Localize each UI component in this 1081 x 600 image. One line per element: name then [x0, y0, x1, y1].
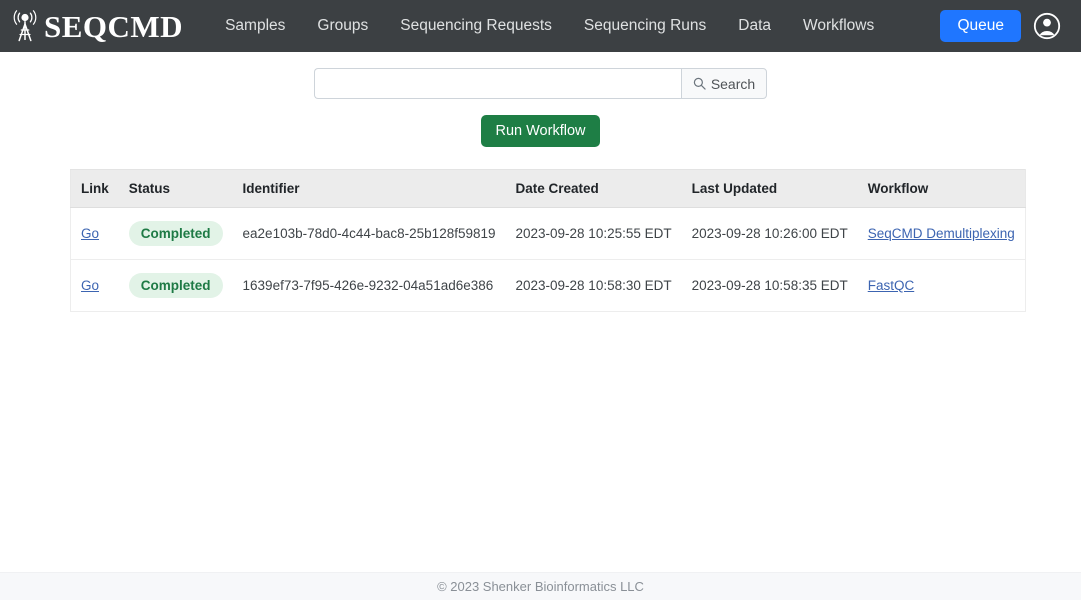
queue-button[interactable]: Queue — [940, 10, 1021, 42]
search-group: Search — [313, 68, 768, 99]
nav-item-sequencing-runs[interactable]: Sequencing Runs — [568, 11, 722, 41]
go-link[interactable]: Go — [81, 226, 99, 241]
table-header-row: Link Status Identifier Date Created Last… — [69, 169, 1026, 208]
cell-last-updated: 2023-09-28 10:26:00 EDT — [681, 207, 858, 260]
cell-workflow: FastQC — [857, 259, 1026, 312]
action-row: Run Workflow — [0, 115, 1081, 147]
column-header-link: Link — [69, 169, 119, 208]
go-link[interactable]: Go — [81, 278, 99, 293]
search-button[interactable]: Search — [680, 68, 768, 99]
search-row: Search — [0, 68, 1081, 99]
nav-links: Samples Groups Sequencing Requests Seque… — [209, 10, 1067, 42]
account-circle-icon[interactable] — [1033, 12, 1067, 40]
table-row: Go Completed ea2e103b-78d0-4c44-bac8-25b… — [69, 207, 1026, 260]
nav-item-groups[interactable]: Groups — [301, 11, 384, 41]
top-navbar: SEQCMD Samples Groups Sequencing Request… — [0, 0, 1081, 52]
cell-date-created: 2023-09-28 10:25:55 EDT — [505, 207, 682, 260]
cell-date-created: 2023-09-28 10:58:30 EDT — [505, 259, 682, 312]
cell-identifier: ea2e103b-78d0-4c44-bac8-25b128f59819 — [232, 207, 506, 260]
search-button-label: Search — [710, 75, 756, 92]
workflow-runs-table: Link Status Identifier Date Created Last… — [69, 169, 1026, 312]
column-header-last-updated: Last Updated — [681, 169, 858, 208]
column-header-date-created: Date Created — [505, 169, 682, 208]
status-badge: Completed — [128, 221, 223, 246]
column-header-status: Status — [118, 169, 233, 208]
status-badge: Completed — [128, 273, 223, 298]
cell-link: Go — [69, 259, 119, 312]
workflow-link[interactable]: FastQC — [868, 278, 915, 293]
run-workflow-button[interactable]: Run Workflow — [480, 115, 601, 147]
broadcast-tower-icon — [12, 9, 38, 43]
nav-item-samples[interactable]: Samples — [209, 11, 301, 41]
footer-copyright: © 2023 Shenker Bioinformatics LLC — [437, 579, 644, 594]
column-header-workflow: Workflow — [857, 169, 1026, 208]
brand-logo[interactable]: SEQCMD — [12, 9, 183, 43]
table-row: Go Completed 1639ef73-7f95-426e-9232-04a… — [69, 259, 1026, 312]
cell-link: Go — [69, 207, 119, 260]
nav-item-data[interactable]: Data — [722, 11, 787, 41]
table-body: Go Completed ea2e103b-78d0-4c44-bac8-25b… — [69, 207, 1026, 312]
cell-identifier: 1639ef73-7f95-426e-9232-04a51ad6e386 — [232, 259, 506, 312]
cell-workflow: SeqCMD Demultiplexing — [857, 207, 1026, 260]
cell-status: Completed — [118, 207, 233, 260]
cell-last-updated: 2023-09-28 10:58:35 EDT — [681, 259, 858, 312]
nav-item-sequencing-requests[interactable]: Sequencing Requests — [384, 11, 568, 41]
search-input[interactable] — [313, 68, 681, 99]
workflow-runs-table-wrap: Link Status Identifier Date Created Last… — [69, 169, 1026, 312]
search-icon — [693, 77, 706, 90]
nav-item-workflows[interactable]: Workflows — [787, 11, 890, 41]
column-header-identifier: Identifier — [232, 169, 506, 208]
cell-status: Completed — [118, 259, 233, 312]
table-header: Link Status Identifier Date Created Last… — [69, 169, 1026, 208]
workflow-link[interactable]: SeqCMD Demultiplexing — [868, 226, 1015, 241]
page-footer: © 2023 Shenker Bioinformatics LLC — [0, 572, 1081, 600]
brand-title: SEQCMD — [44, 8, 184, 44]
